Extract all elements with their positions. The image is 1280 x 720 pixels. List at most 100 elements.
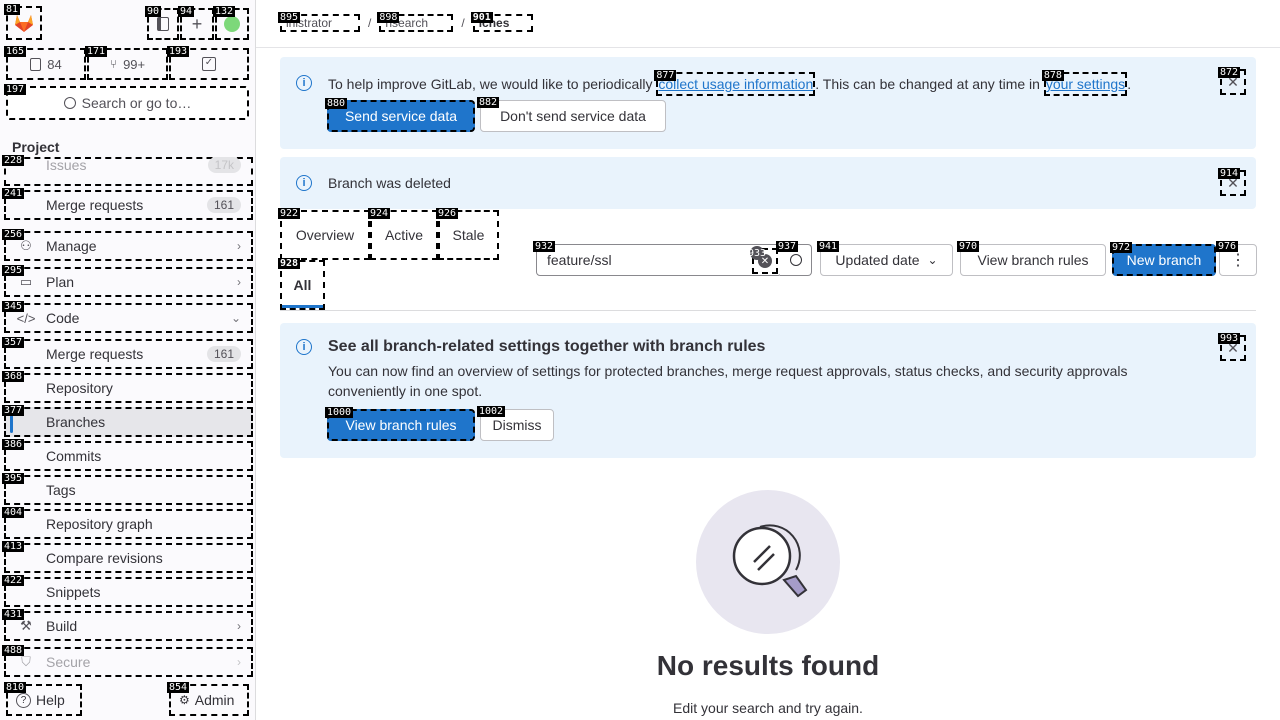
tab-stale[interactable]: 926 Stale (436, 208, 499, 260)
usage-alert-text: To help improve GitLab, we would like to… (328, 70, 1131, 96)
sort-label: Updated date (835, 252, 920, 268)
branch-rules-body: You can now find an overview of settings… (328, 363, 1128, 399)
annotation-tag: 933 (747, 246, 767, 260)
sidebar-item-label: Compare revisions (46, 550, 163, 566)
branch-rules-alert: i See all branch-related settings togeth… (280, 323, 1256, 458)
branch-deleted-close-button[interactable]: 914 ✕ (1218, 168, 1246, 196)
view-branch-rules-button[interactable]: 970 View branch rules (957, 241, 1106, 276)
clear-search-button[interactable]: 933 ✕ (747, 246, 778, 274)
breadcrumb: 895 inistrator / 898 nsearch / 901 iches (278, 12, 533, 32)
annotation-tag: 386 (2, 439, 25, 450)
more-actions-button[interactable]: 976 ⋮ (1216, 241, 1257, 276)
annotation-tag: 404 (2, 507, 25, 518)
annotation-tag: 94 (178, 6, 195, 17)
help-button[interactable]: 810 ? Help (4, 682, 82, 716)
annotation-tag: 193 (167, 46, 190, 57)
sidebar-item-label: Tags (46, 482, 76, 498)
sidebar-item-commits[interactable]: 386 Commits (2, 439, 253, 471)
sidebar-item-merge-requests[interactable]: 241 Merge requests 161 (2, 188, 253, 220)
sidebar-item-label: Repository (46, 380, 113, 396)
sidebar-item-label: Manage (46, 238, 97, 254)
tab-overview[interactable]: 922 Overview (278, 208, 370, 260)
new-branch-label: New branch (1126, 252, 1202, 268)
annotation-tag: 395 (2, 473, 25, 484)
branch-search-input[interactable]: 932 feature/ssl (533, 241, 782, 276)
sidebar-item-snippets[interactable]: 422 Snippets (2, 575, 253, 607)
breadcrumb-separator: / (368, 16, 372, 30)
breadcrumb-item-2[interactable]: 898 nsearch (377, 12, 454, 32)
sidebar-toggle-button[interactable]: 90 (145, 6, 179, 40)
sidebar-item-build[interactable]: 431 ⚒ Build › (2, 609, 253, 641)
sidebar-item-code[interactable]: 345 </> Code ⌄ (2, 301, 253, 333)
annotation-tag: 914 (1218, 168, 1241, 179)
ellipsis-v-icon: ⋮ (1230, 252, 1246, 269)
sidebar-toggle-icon (157, 17, 169, 31)
search-submit-button[interactable]: 937 (776, 241, 812, 276)
chevron-right-icon: › (237, 275, 241, 289)
annotation-tag: 90 (145, 6, 162, 17)
breadcrumb-item-current[interactable]: 901 iches (470, 12, 533, 32)
annotation-tag: 976 (1216, 241, 1239, 252)
sidebar-item-label: Code (46, 310, 80, 326)
issues-count: 84 (47, 56, 62, 72)
search-icon (789, 254, 802, 266)
usage-alert-close-button[interactable]: 872 ✕ (1218, 67, 1246, 95)
send-service-data-button[interactable]: 880 Send service data (325, 98, 475, 132)
todos-counter[interactable]: 193 ✓ (167, 46, 249, 80)
annotation-tag: 81 (4, 4, 21, 15)
todo-checkbox-icon: ✓ (202, 57, 216, 71)
breadcrumb-separator: / (461, 16, 465, 30)
collect-usage-link[interactable]: 877 collect usage information (654, 70, 816, 96)
annotation-tag: 901 (470, 12, 493, 23)
issues-counter[interactable]: 165 84 (4, 46, 86, 80)
dismiss-button[interactable]: 1002 Dismiss (477, 406, 554, 441)
tab-all[interactable]: 928 All (278, 258, 325, 310)
create-new-button[interactable]: 94 + (178, 6, 214, 40)
tab-label: Stale (452, 227, 485, 243)
chevron-right-icon: › (237, 239, 241, 253)
sidebar-item-secure[interactable]: 488 ⛉ Secure › (2, 645, 253, 677)
empty-state-subtitle: Edit your search and try again. (673, 700, 863, 716)
new-branch-button[interactable]: 972 New branch (1110, 242, 1216, 276)
annotation-tag: 970 (957, 241, 980, 252)
sidebar-item-branches[interactable]: 377 Branches (2, 405, 253, 437)
annotation-tag: 241 (2, 188, 25, 199)
sidebar-item-label: Merge requests (46, 346, 144, 362)
search-input-value: feature/ssl (547, 252, 612, 268)
admin-button[interactable]: 854 ⚙ Admin (167, 682, 249, 716)
user-menu-button[interactable]: 132 (213, 6, 249, 40)
branch-rules-close-button[interactable]: 993 ✕ (1218, 333, 1246, 361)
admin-label: Admin (194, 692, 235, 708)
sidebar-item-repository-graph[interactable]: 404 Repository graph (2, 507, 253, 539)
annotation-tag: 993 (1218, 333, 1241, 344)
sidebar-item-compare-revisions[interactable]: 413 Compare revisions (2, 541, 253, 573)
breadcrumb-item-1[interactable]: 895 inistrator (278, 12, 360, 32)
sidebar-item-label: Issues (46, 156, 87, 173)
annotation-tag: 197 (4, 84, 27, 95)
send-service-data-label: Send service data (344, 108, 458, 124)
gitlab-logo[interactable]: 81 (4, 4, 42, 40)
annotation-tag: 895 (278, 12, 301, 23)
sidebar-item-plan[interactable]: 295 ▭ Plan › (2, 265, 253, 297)
sidebar-item-tags[interactable]: 395 Tags (2, 473, 253, 505)
merge-requests-counter[interactable]: 171 ⑂ 99+ (85, 46, 168, 80)
tab-active[interactable]: 924 Active (368, 208, 438, 260)
merge-request-icon: ⑂ (109, 57, 118, 71)
sidebar-item-issues[interactable]: 228 Issues 17k (2, 155, 253, 186)
annotation-tag: 932 (533, 241, 556, 252)
usage-alert-text-before: To help improve GitLab, we would like to… (328, 76, 653, 92)
sort-dropdown[interactable]: 941 Updated date ⌄ (817, 241, 953, 276)
view-branch-rules-alert-button[interactable]: 1000 View branch rules (325, 407, 475, 441)
annotation-tag: 810 (4, 682, 27, 693)
sidebar-item-manage[interactable]: 256 ⚇ Manage › (2, 229, 253, 261)
annotation-tag: 165 (4, 46, 27, 57)
search-button[interactable]: 197 Search or go to… (4, 84, 249, 120)
info-icon: i (296, 339, 312, 355)
dont-send-service-data-button[interactable]: 882 Don't send service data (477, 97, 666, 132)
empty-state-title: No results found (656, 650, 880, 681)
sidebar-item-repository[interactable]: 368 Repository (2, 371, 253, 403)
annotation-tag: 882 (477, 97, 500, 108)
issues-icon (30, 57, 42, 71)
your-settings-link[interactable]: 878 your settings (1041, 70, 1128, 96)
sidebar-item-code-merge-requests[interactable]: 357 Merge requests 161 (2, 337, 253, 369)
